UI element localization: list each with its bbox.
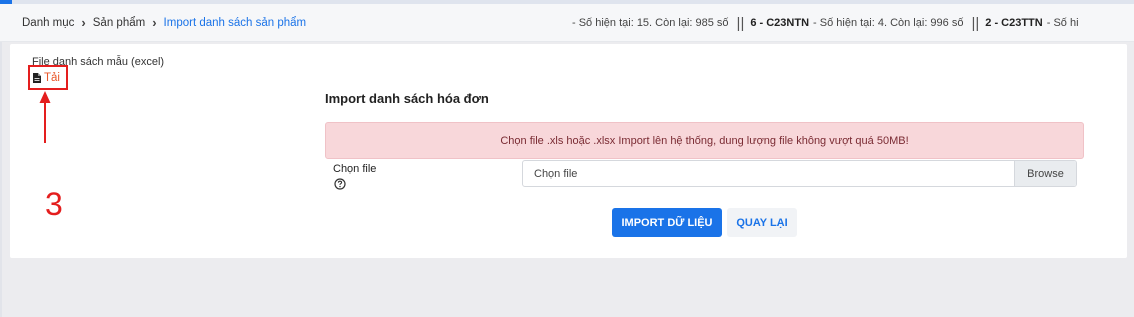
ticker-code: 6 - C23NTN — [750, 17, 810, 29]
file-input-text[interactable]: Chọn file — [523, 161, 1014, 186]
browse-button[interactable]: Browse — [1014, 161, 1076, 186]
ticker-code: 2 - C23TTN — [985, 17, 1043, 29]
file-field-label: Chọn file — [333, 163, 377, 175]
question-circle-icon[interactable] — [334, 178, 346, 190]
arrow-up-icon — [39, 91, 51, 143]
ticker-segment: - Số hiện tại: 15. Còn lại: 985 số — [572, 17, 729, 29]
breadcrumb: Danh mục › Sản phẩm › Import danh sách s… — [0, 15, 306, 30]
chevron-right-icon: › — [152, 15, 157, 30]
ticker-text: - Số hiện tại: 15. Còn lại: 985 số — [572, 17, 729, 29]
header-bar: Danh mục › Sản phẩm › Import danh sách s… — [0, 4, 1134, 42]
breadcrumb-item-san-pham[interactable]: Sản phẩm — [93, 17, 145, 29]
form-title: Import danh sách hóa đơn — [325, 91, 489, 106]
file-icon — [33, 72, 41, 83]
ticker-segment: 6 - C23NTN - Số hiện tại: 4. Còn lại: 996… — [750, 17, 963, 29]
file-size-alert: Chọn file .xls hoặc .xlsx Import lên hệ … — [325, 122, 1084, 159]
ticker-text: - Số hi — [1046, 17, 1079, 29]
download-label: Tải — [44, 71, 60, 84]
annotation-step-number: 3 — [45, 186, 63, 222]
ticker-text: - Số hiện tại: 4. Còn lại: 996 số — [813, 17, 964, 29]
ticker-divider: || — [971, 14, 980, 32]
chevron-right-icon: › — [81, 15, 86, 30]
import-data-button[interactable]: IMPORT DỮ LIỆU — [612, 208, 722, 237]
ticker-segment: 2 - C23TTN - Số hi — [985, 17, 1078, 29]
file-input[interactable]: Chọn file Browse — [522, 160, 1077, 187]
download-sample-link[interactable]: Tải — [28, 65, 68, 90]
invoice-series-ticker: - Số hiện tại: 15. Còn lại: 985 số || 6 … — [572, 4, 1085, 41]
import-card: File danh sách mẫu (excel) Tải 3 Import … — [10, 44, 1127, 258]
back-button[interactable]: QUAY LẠI — [727, 208, 797, 237]
left-edge — [0, 4, 2, 317]
breadcrumb-item-danh-muc[interactable]: Danh mục — [22, 17, 74, 29]
breadcrumb-current: Import danh sách sản phẩm — [163, 16, 307, 29]
ticker-divider: || — [736, 14, 745, 32]
